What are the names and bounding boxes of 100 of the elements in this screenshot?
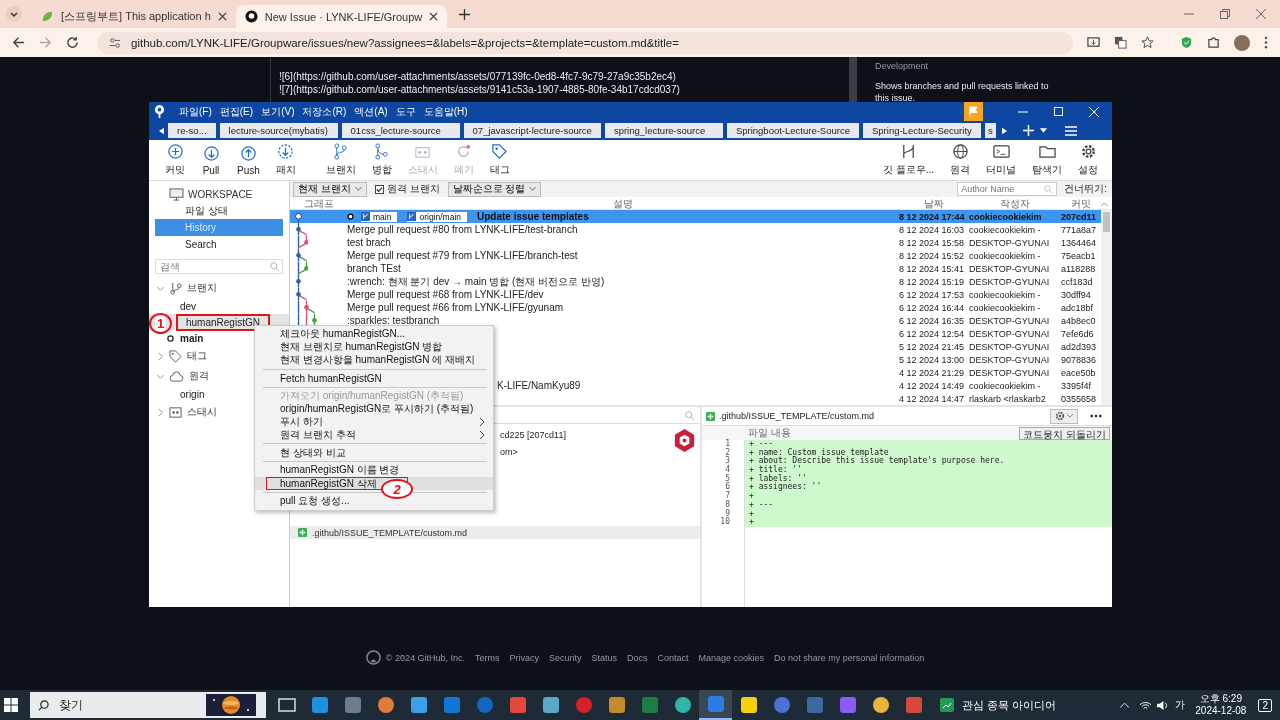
clock-date[interactable]: 2024-12-08: [1195, 705, 1247, 717]
column-header[interactable]: 작성자: [969, 197, 1061, 211]
site-info-icon[interactable]: [109, 36, 121, 49]
repo-tab[interactable]: spring_lecture-source: [604, 123, 723, 138]
toolbar-button[interactable]: 터미널: [978, 143, 1024, 177]
footer-link[interactable]: Terms: [474, 652, 500, 663]
checkbox[interactable]: [374, 184, 384, 194]
star-icon[interactable]: [1141, 36, 1154, 49]
toolbar-button[interactable]: 병합: [363, 143, 400, 177]
windows-start-icon[interactable]: [4, 698, 18, 712]
toolbar-button[interactable]: 원격: [942, 143, 978, 177]
commit-row[interactable]: Merge pull request #80 from LYNK-LIFE/test-branch 8 12 2024 16:03 cookiecookiekim - 771a8a7: [290, 223, 1101, 236]
scroll-left-icon[interactable]: [159, 126, 164, 135]
footer-link[interactable]: Manage cookies: [698, 652, 765, 663]
section-heading[interactable]: 태그: [187, 349, 207, 363]
scrollbar[interactable]: [849, 57, 857, 102]
repo-tab[interactable]: Spring-Lecture-Security: [863, 123, 981, 138]
branch-dropdown[interactable]: 현재 브랜치: [293, 181, 367, 197]
sidebar-item[interactable]: Search: [155, 236, 283, 253]
app-icon[interactable]: [871, 696, 890, 714]
sort-dropdown[interactable]: 날짜순으로 정렬: [447, 181, 542, 197]
commit-row[interactable]: main origin/main Update issue templates 8 12 2024 17:44 cookiecookiekim 207cd11: [290, 210, 1101, 223]
menu-item[interactable]: humanRegistGN 이름 변경: [255, 464, 494, 477]
maximize-icon[interactable]: [1054, 107, 1063, 116]
close-icon[interactable]: [217, 12, 227, 21]
menu-item[interactable]: 액션(A): [354, 104, 388, 119]
volume-icon[interactable]: [1156, 699, 1170, 711]
toolbar-button[interactable]: 깃 플로우...: [874, 143, 942, 177]
repo-tab[interactable]: Springboot-Lecture-Source: [726, 123, 859, 138]
app-icon[interactable]: [310, 696, 329, 714]
browser-tab[interactable]: [스프링부트] This application h: [32, 5, 236, 28]
column-header[interactable]: 설명: [347, 197, 899, 211]
app-icon[interactable]: [607, 696, 626, 714]
toolbar-button[interactable]: Pull: [193, 144, 229, 176]
commit-row[interactable]: :wrench: 현재 분기 dev → main 병합 (현재 버전으로 반영) 8 12 2024 15:19 DESKTOP-GYUNAI ccf183d: [290, 275, 1101, 288]
toolbar-button[interactable]: 태그: [481, 143, 518, 177]
repo-tab[interactable]: re-so...: [168, 123, 216, 138]
menu-item[interactable]: 푸시 하기: [255, 415, 494, 429]
github-icon[interactable]: [365, 650, 381, 665]
notification-button[interactable]: 2: [1258, 698, 1272, 712]
menu-item[interactable]: 파일(F): [179, 104, 212, 119]
toolbar-button[interactable]: 탐색기: [1024, 143, 1070, 177]
menu-item[interactable]: origin/humanRegistGN로 푸시하기 (추적됨): [255, 402, 494, 416]
column-header[interactable]: 커밋: [1061, 197, 1101, 211]
toolbar-button[interactable]: 커밋: [157, 143, 193, 177]
menu-item[interactable]: 저장소(R): [302, 104, 347, 119]
file-item[interactable]: .github/ISSUE_TEMPLATE/custom.md: [290, 526, 700, 539]
menu-item[interactable]: 현 상태와 비교: [255, 446, 494, 459]
footer-link[interactable]: Do not share my personal information: [774, 652, 925, 663]
app-icon[interactable]: [673, 696, 692, 714]
puzzle-icon[interactable]: [1207, 36, 1220, 49]
repo-tab[interactable]: s: [985, 123, 996, 138]
toolbar-button[interactable]: 패치: [267, 143, 304, 177]
toolbar-button[interactable]: 설정: [1070, 143, 1106, 177]
search-box[interactable]: 찾기: [30, 692, 266, 718]
widget-text[interactable]: 관심 종목 아이디어: [962, 697, 1057, 713]
add-tab-icon[interactable]: [1022, 125, 1034, 136]
section-heading[interactable]: 원격: [189, 369, 209, 383]
ime-indicator[interactable]: 가: [1175, 698, 1186, 712]
menu-item[interactable]: 도움말(H): [423, 104, 468, 119]
commit-row[interactable]: Merge pull request #66 from LYNK-LIFE/gyunam 6 12 2024 16:44 cookiecookiekim - adc18bf: [290, 301, 1101, 314]
repo-tab[interactable]: 07_javascript-lecture-source: [463, 123, 601, 138]
translate-icon[interactable]: [1114, 36, 1127, 49]
section-heading[interactable]: 브랜치: [187, 281, 217, 295]
tray-expand-icon[interactable]: [1120, 702, 1130, 708]
sidebar-item[interactable]: 파일 상태: [155, 202, 283, 219]
app-icon[interactable]: [376, 696, 395, 714]
checkbox-label[interactable]: 원격 브랜치: [386, 182, 440, 196]
menu-item[interactable]: Fetch humanRegistGN: [255, 371, 494, 385]
footer-link[interactable]: Status: [591, 652, 617, 663]
network-icon[interactable]: [1139, 699, 1153, 711]
toolbar-button[interactable]: 브랜치: [317, 143, 364, 177]
commit-row[interactable]: test brach 8 12 2024 15:58 DESKTOP-GYUNAI 1364464: [290, 236, 1101, 249]
scrollbar-thumb[interactable]: [1103, 212, 1110, 232]
settings-button[interactable]: [1050, 408, 1078, 424]
close-icon[interactable]: [429, 12, 439, 21]
more-icon[interactable]: [1090, 414, 1102, 418]
footer-link[interactable]: Security: [549, 652, 582, 663]
toolbar-button[interactable]: Push: [229, 144, 268, 176]
app-icon[interactable]: [739, 696, 758, 714]
footer-link[interactable]: Contact: [657, 652, 689, 663]
footer-link[interactable]: Privacy: [509, 652, 539, 663]
reload-icon[interactable]: [66, 36, 79, 49]
column-header[interactable]: 날짜: [899, 197, 969, 211]
scroll-right-icon[interactable]: [1001, 126, 1007, 135]
menu-item[interactable]: 편집(E): [219, 104, 254, 119]
commit-row[interactable]: Merge pull request #79 from LYNK-LIFE/branch-test 8 12 2024 15:52 cookiecookiekim - 75eacb1: [290, 249, 1101, 262]
app-icon[interactable]: [277, 696, 296, 714]
app-icon[interactable]: [409, 696, 428, 714]
dropdown-icon[interactable]: [1039, 128, 1047, 133]
app-icon[interactable]: [541, 696, 560, 714]
footer-link[interactable]: Docs: [627, 652, 648, 663]
menu-item[interactable]: 체크아웃 humanRegistGN...: [255, 328, 494, 341]
menu-item[interactable]: 보기(V): [261, 104, 295, 119]
shield-icon[interactable]: [1180, 36, 1193, 49]
address-field[interactable]: github.com/LYNK-LIFE/Groupware/issues/new?assignees=&labels=&projects=&template=custom.md&title=: [97, 31, 1073, 54]
restore-icon[interactable]: [1220, 9, 1230, 19]
repo-tab[interactable]: lecture-source(mybatis): [219, 123, 338, 138]
menu-item[interactable]: 현재 브랜치로 humanRegistGN 병합: [255, 340, 494, 354]
menu-item[interactable]: 현재 변경사항을 humanRegistGN 에 재배치: [255, 353, 494, 367]
